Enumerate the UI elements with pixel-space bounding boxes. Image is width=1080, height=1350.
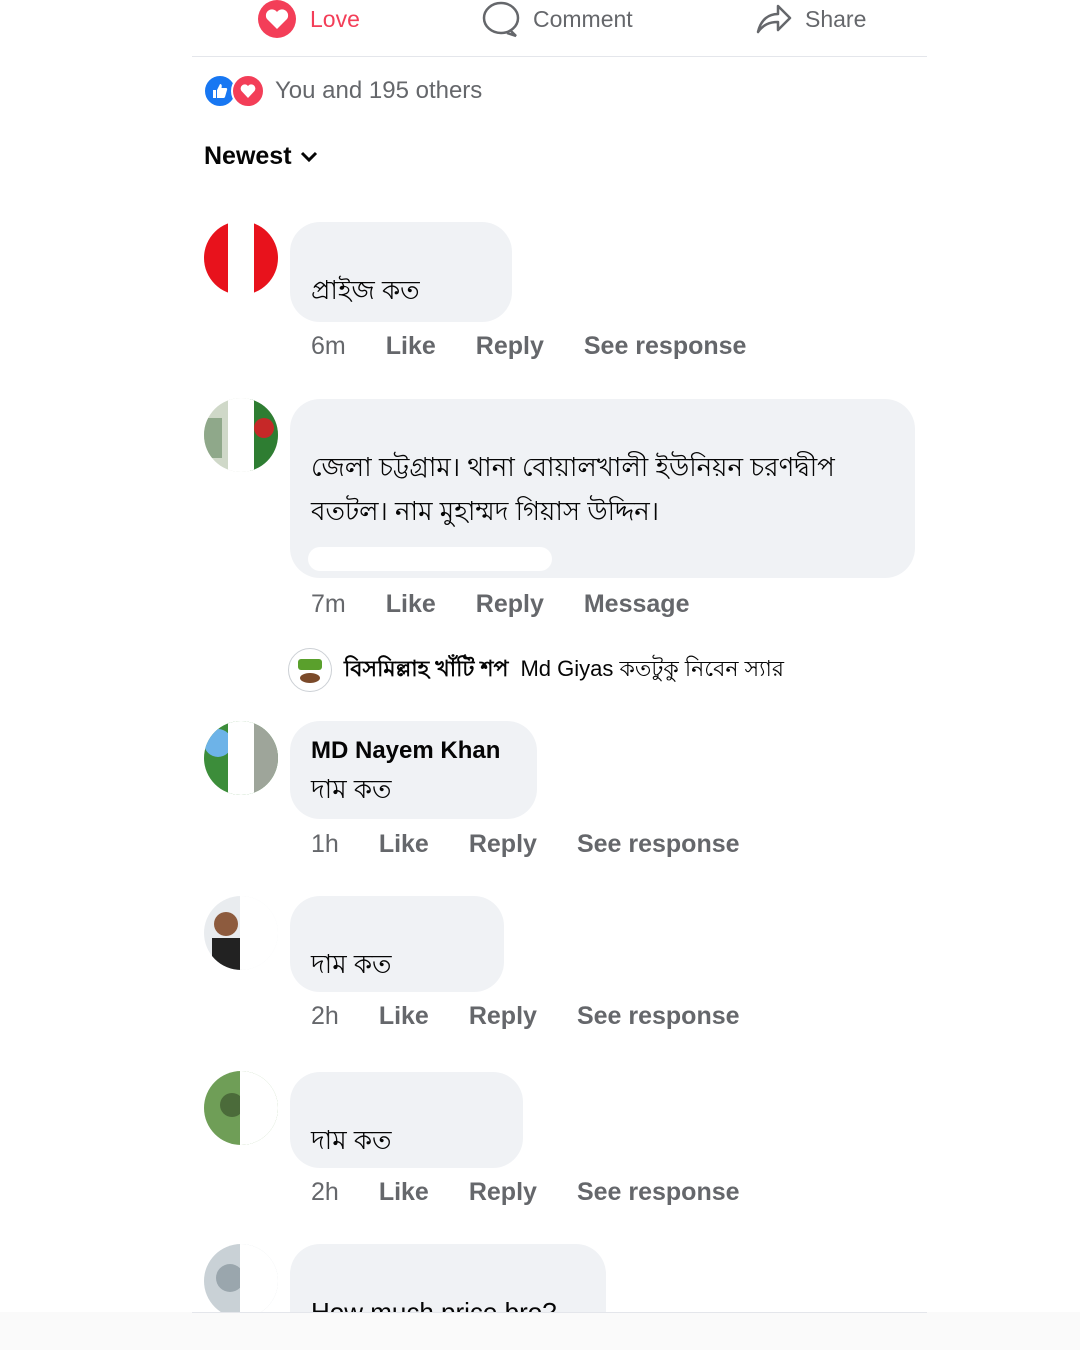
share-button[interactable]: Share	[755, 0, 866, 38]
comment-actions: 7m Like Reply Message	[311, 590, 689, 619]
avatar[interactable]	[204, 1244, 278, 1318]
comment-text: দাম কত	[311, 949, 392, 979]
like-link[interactable]: Like	[379, 830, 429, 859]
divider	[192, 56, 927, 57]
comment-text: দাম কত	[311, 774, 392, 804]
sort-dropdown[interactable]: Newest	[204, 142, 318, 171]
page-avatar[interactable]	[288, 648, 332, 692]
like-link[interactable]: Like	[386, 590, 436, 619]
reply-link[interactable]: Reply	[476, 332, 544, 361]
comment-actions: 6m Like Reply See response	[311, 332, 746, 361]
comment-time: 2h	[311, 1178, 339, 1206]
reply-link[interactable]: Reply	[469, 830, 537, 859]
comment-time: 6m	[311, 332, 346, 360]
comment-time: 7m	[311, 590, 346, 618]
reply-link[interactable]: Reply	[469, 1002, 537, 1031]
comment-author[interactable]	[311, 1258, 585, 1290]
comment-bubble[interactable]: প্রাইজ কত	[290, 222, 512, 322]
share-icon	[756, 4, 792, 34]
avatar[interactable]	[204, 896, 278, 970]
reactions-text: You and 195 others	[275, 77, 483, 104]
love-label: Love	[310, 5, 360, 32]
heart-icon	[258, 0, 296, 38]
page-reply-name[interactable]: বিসমিল্লাহ খাঁটি শপ	[344, 652, 508, 689]
comment-author[interactable]: MD Nayem Khan	[311, 735, 516, 767]
see-response-link[interactable]: See response	[584, 332, 747, 361]
comment-author[interactable]	[311, 236, 491, 268]
comment-time: 2h	[311, 1002, 339, 1030]
chevron-down-icon	[300, 151, 317, 162]
avatar[interactable]	[204, 398, 278, 472]
like-link[interactable]: Like	[379, 1002, 429, 1031]
avatar[interactable]	[204, 221, 278, 295]
divider	[192, 1312, 927, 1313]
composer-area	[0, 1312, 1080, 1350]
comment-text: প্রাইজ কত	[311, 275, 420, 305]
comment-bubble[interactable]: MD Nayem Khan দাম কত	[290, 721, 537, 819]
reply-link[interactable]: Reply	[469, 1178, 537, 1207]
comment-button[interactable]: Comment	[481, 0, 633, 38]
redaction	[308, 547, 552, 571]
comment-bubble[interactable]: জেলা চট্টগ্রাম। থানা বোয়ালখালী ইউনিয়ন …	[290, 399, 915, 578]
love-button[interactable]: Love	[256, 0, 360, 38]
comment-text: দাম কত	[311, 1125, 392, 1155]
page-reply[interactable]: বিসমিল্লাহ খাঁটি শপ Md Giyas কতটুকু নিবে…	[288, 648, 784, 692]
like-link[interactable]: Like	[379, 1178, 429, 1207]
comment-label: Comment	[533, 5, 633, 32]
page-reply-text: Md Giyas কতটুকু নিবেন স্যার	[520, 655, 785, 681]
like-link[interactable]: Like	[386, 332, 436, 361]
reply-link[interactable]: Reply	[476, 590, 544, 619]
see-response-link[interactable]: See response	[577, 1178, 740, 1207]
see-response-link[interactable]: See response	[577, 830, 740, 859]
share-label: Share	[805, 5, 867, 32]
comment-actions: 2h Like Reply See response	[311, 1178, 740, 1207]
message-link[interactable]: Message	[584, 590, 690, 619]
avatar[interactable]	[204, 721, 278, 795]
comment-icon	[482, 1, 520, 38]
comment-actions: 1h Like Reply See response	[311, 830, 740, 859]
comment-time: 1h	[311, 830, 339, 858]
comment-bubble[interactable]: দাম কত	[290, 896, 504, 992]
comment-author[interactable]	[311, 1086, 502, 1118]
see-response-link[interactable]: See response	[577, 1002, 740, 1031]
comment-author[interactable]	[311, 910, 483, 942]
avatar[interactable]	[204, 1071, 278, 1145]
comment-bubble[interactable]: দাম কত	[290, 1072, 523, 1168]
love-icon	[231, 74, 265, 108]
comment-actions: 2h Like Reply See response	[311, 1002, 740, 1031]
comment-author[interactable]	[311, 413, 894, 445]
reactions-summary[interactable]: You and 195 others	[203, 74, 482, 108]
sort-label: Newest	[204, 142, 292, 170]
comment-text: জেলা চট্টগ্রাম। থানা বোয়ালখালী ইউনিয়ন …	[311, 452, 835, 526]
